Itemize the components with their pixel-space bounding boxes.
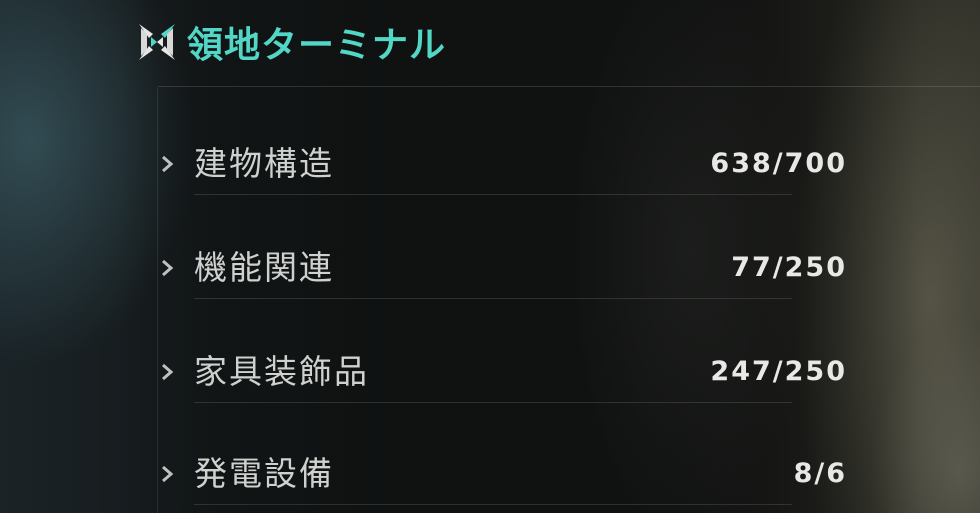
category-count: 638/700	[710, 148, 847, 179]
category-label: 家具装飾品	[194, 352, 369, 391]
row-divider	[194, 504, 792, 505]
category-item-building-structure[interactable]: 建物構造 638/700	[155, 140, 855, 200]
row-divider	[194, 298, 792, 299]
category-count: 8/6	[793, 458, 847, 489]
category-label: 建物構造	[194, 144, 334, 183]
category-count: 247/250	[710, 356, 847, 387]
category-label: 発電設備	[194, 454, 334, 493]
category-item-function[interactable]: 機能関連 77/250	[155, 244, 855, 304]
category-label: 機能関連	[194, 248, 334, 287]
game-screen: 領地ターミナル 建物構造 638/700 機能関連 77/250 家具装飾品 2	[0, 0, 980, 513]
category-list: 建物構造 638/700 機能関連 77/250 家具装飾品 247/250 発…	[0, 0, 980, 513]
chevron-right-icon	[162, 259, 174, 277]
category-count: 77/250	[731, 252, 847, 283]
category-item-furniture-decor[interactable]: 家具装飾品 247/250	[155, 348, 855, 408]
category-item-power-equipment[interactable]: 発電設備 8/6	[155, 450, 855, 510]
chevron-right-icon	[162, 465, 174, 483]
row-divider	[194, 194, 792, 195]
chevron-right-icon	[162, 155, 174, 173]
row-divider	[194, 402, 792, 403]
chevron-right-icon	[162, 363, 174, 381]
